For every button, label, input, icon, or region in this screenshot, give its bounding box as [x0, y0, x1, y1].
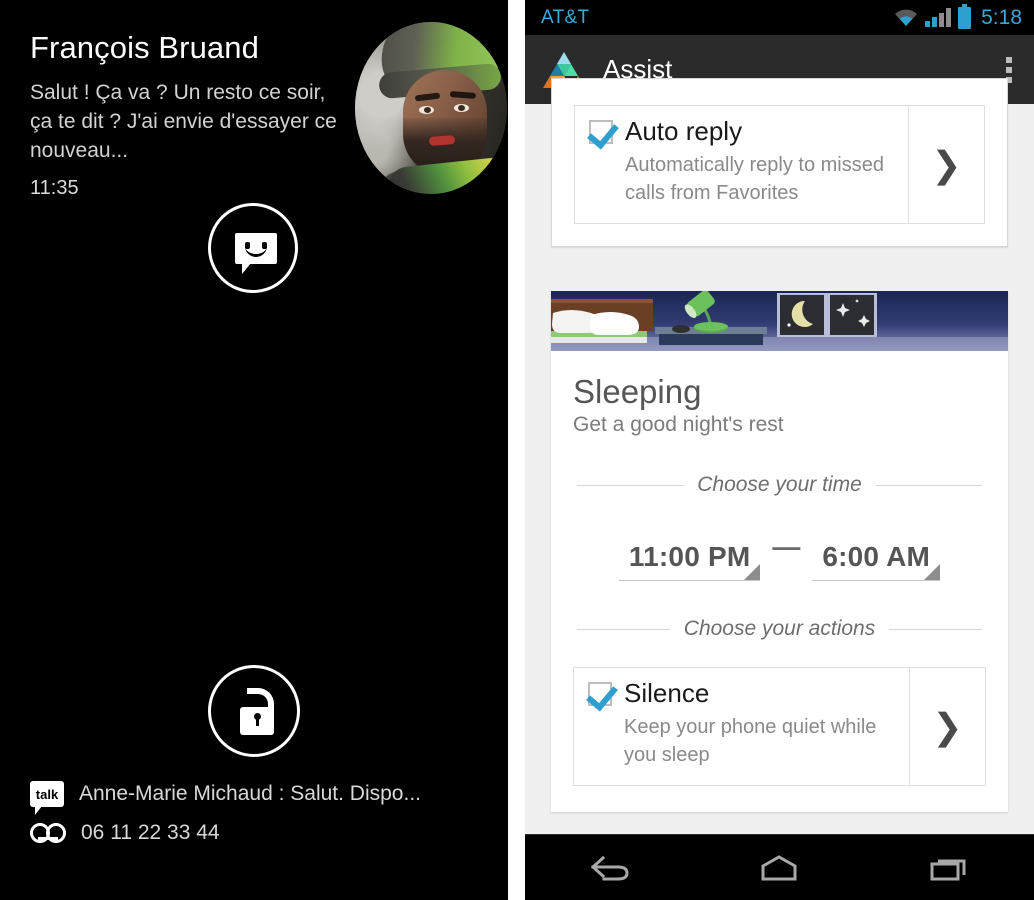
- assist-app-panel: AT&T 5:18 Assist Auto reply Automaticall…: [525, 0, 1034, 900]
- notification-time: 11:35: [30, 177, 79, 199]
- home-icon: [761, 854, 797, 880]
- home-button[interactable]: [723, 845, 835, 891]
- panel-gap: [508, 0, 525, 900]
- auto-reply-option[interactable]: Auto reply Automatically reply to missed…: [574, 105, 985, 224]
- talk-icon-label: talk: [35, 786, 59, 802]
- cards-scroll-area[interactable]: Auto reply Automatically reply to missed…: [525, 78, 1034, 834]
- sleeping-subtitle: Get a good night's rest: [573, 413, 784, 436]
- sleeping-title: Sleeping: [573, 373, 702, 410]
- auto-reply-chevron-right-icon[interactable]: ❯: [908, 106, 984, 223]
- back-button[interactable]: [554, 845, 666, 891]
- choose-time-label: Choose your time: [697, 473, 862, 496]
- navigation-bar: [525, 834, 1034, 900]
- unlock-button[interactable]: [208, 665, 300, 757]
- auto-reply-title: Auto reply: [625, 116, 743, 146]
- silence-description: Keep your phone quiet while you sleep: [624, 716, 877, 766]
- status-row-talk[interactable]: talk Anne-Marie Michaud : Salut. Dispo..…: [30, 777, 421, 815]
- choose-actions-divider: Choose your actions: [577, 617, 983, 641]
- choose-time-divider: Choose your time: [577, 473, 983, 497]
- notification-message: Salut ! Ça va ? Un resto ce soir, ça te …: [30, 81, 337, 162]
- status-text-talk: Anne-Marie Michaud : Salut. Dispo...: [79, 782, 421, 805]
- start-time-dropdown-icon: [744, 564, 761, 580]
- signal-icon: [925, 8, 952, 27]
- auto-reply-description: Automatically reply to missed calls from…: [625, 154, 884, 204]
- notification-sender: François Bruand: [30, 30, 259, 65]
- carrier-label: AT&T: [541, 6, 590, 28]
- recents-button[interactable]: [893, 845, 1005, 891]
- start-time-spinner[interactable]: 11:00 PM: [618, 541, 761, 581]
- silence-option[interactable]: Silence Keep your phone quiet while you …: [573, 667, 986, 786]
- avatar-eye-left: [419, 106, 434, 114]
- silence-chevron-right-icon[interactable]: ❯: [909, 668, 985, 785]
- unlock-icon-keyhole: [254, 713, 261, 726]
- avatar-eye-right: [454, 104, 469, 112]
- screenshot-root: François Bruand Salut ! Ça va ? Un resto…: [0, 0, 1034, 900]
- auto-reply-card[interactable]: Auto reply Automatically reply to missed…: [551, 78, 1008, 247]
- status-bar-icons: 5:18: [894, 3, 1022, 30]
- silence-option-main[interactable]: Silence Keep your phone quiet while you …: [574, 668, 909, 785]
- status-bar: AT&T 5:18: [525, 0, 1034, 35]
- end-time-spinner[interactable]: 6:00 AM: [812, 541, 941, 581]
- back-icon: [590, 855, 629, 880]
- lockscreen-panel: François Bruand Salut ! Ça va ? Un resto…: [0, 0, 508, 900]
- message-bubble-icon: [235, 233, 277, 274]
- bedroom-night-illustration: [551, 291, 1008, 351]
- start-time-value: 11:00 PM: [628, 541, 751, 572]
- sleeping-card[interactable]: Sleeping Get a good night's rest Choose …: [551, 291, 1008, 812]
- notification-card[interactable]: François Bruand Salut ! Ça va ? Un resto…: [30, 28, 350, 200]
- time-range-separator: —: [772, 531, 801, 562]
- avatar-lips: [428, 135, 456, 146]
- lockscreen-status-list: talk Anne-Marie Michaud : Salut. Dispo..…: [30, 777, 421, 855]
- silence-title: Silence: [624, 678, 710, 708]
- voicemail-icon: [30, 823, 66, 843]
- contact-avatar: [355, 22, 507, 194]
- battery-icon: [958, 3, 972, 29]
- message-app-shortcut[interactable]: [208, 203, 298, 293]
- recents-icon: [930, 859, 966, 880]
- silence-checkbox[interactable]: [588, 681, 612, 706]
- status-text-voicemail: 06 11 22 33 44: [81, 821, 220, 844]
- talk-icon: talk: [30, 781, 64, 815]
- time-range-picker: 11:00 PM — 6:00 AM: [551, 531, 1008, 581]
- status-row-voicemail[interactable]: 06 11 22 33 44: [30, 816, 421, 850]
- status-bar-clock: 5:18: [981, 5, 1022, 29]
- auto-reply-option-main[interactable]: Auto reply Automatically reply to missed…: [575, 106, 908, 223]
- bubble-smile: [245, 246, 267, 257]
- end-time-value: 6:00 AM: [822, 541, 931, 572]
- end-time-dropdown-icon: [924, 564, 941, 580]
- wifi-icon: [894, 9, 918, 27]
- auto-reply-checkbox[interactable]: [589, 119, 613, 144]
- choose-actions-label: Choose your actions: [683, 617, 876, 640]
